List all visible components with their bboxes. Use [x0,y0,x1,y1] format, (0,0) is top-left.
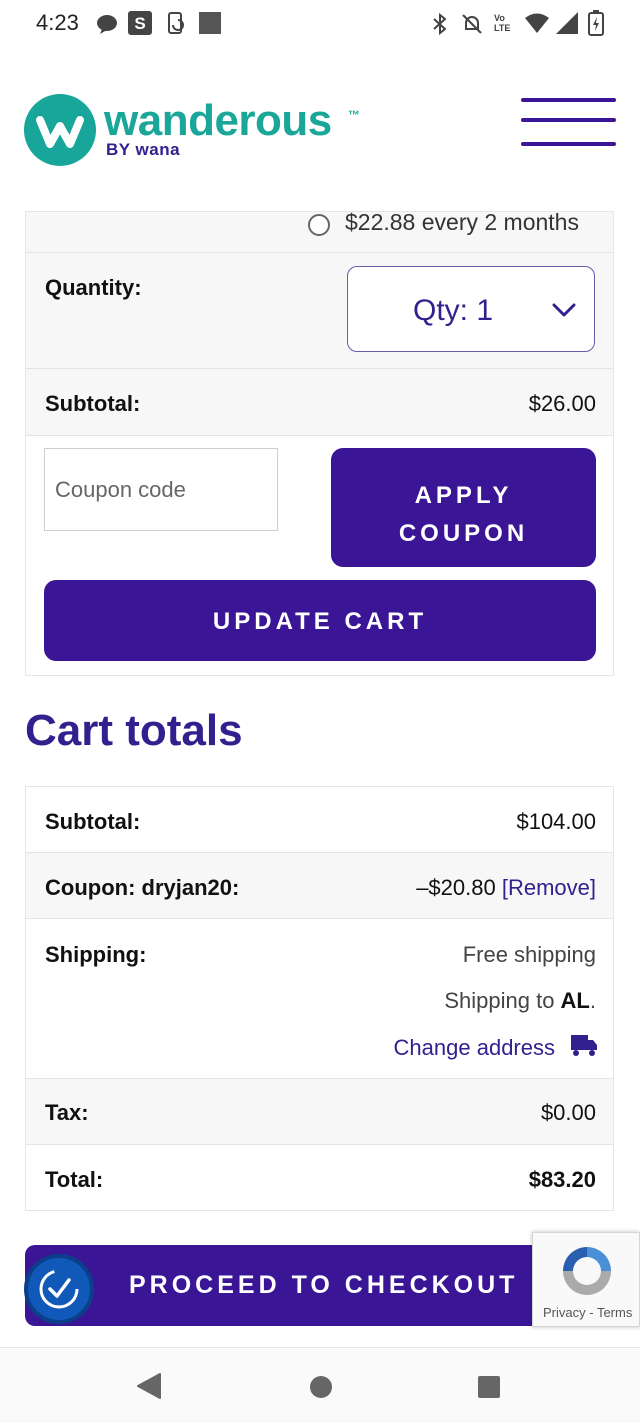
s-app-icon: S [128,11,152,35]
quantity-value: Qty: 1 [413,294,494,327]
signal-icon [556,12,578,34]
total-label: Total: [45,1167,104,1192]
brand-logo-icon[interactable] [24,94,96,166]
shipping-state: AL [560,988,590,1013]
quantity-label: Quantity: [45,275,142,300]
accessibility-icon[interactable] [24,1254,94,1324]
brand-name[interactable]: wanderous [104,96,332,146]
remove-coupon-link[interactable]: [Remove] [502,875,596,900]
change-address-link[interactable]: Change address [394,1035,555,1061]
quantity-select[interactable]: Qty: 1 [347,266,595,352]
recaptcha-icon [563,1247,611,1295]
recaptcha-links: Privacy - Terms [543,1305,633,1320]
subscription-radio[interactable] [308,214,330,236]
checkout-button-label: PROCEED TO CHECKOUT [129,1271,519,1299]
tax-label: Tax: [45,1100,89,1125]
tax-value: $0.00 [540,1100,596,1125]
system-nav-bar [0,1347,640,1423]
proceed-to-checkout-button[interactable]: PROCEED TO CHECKOUT [25,1245,605,1326]
update-cart-button[interactable]: UPDATE CART [44,580,596,661]
recaptcha-badge[interactable]: Privacy - Terms [532,1232,640,1327]
shipping-label: Shipping: [45,942,147,967]
recents-icon[interactable] [477,1375,501,1399]
item-subtotal-label: Subtotal: [45,391,141,416]
wifi-icon [525,13,549,33]
volte-icon: Vo LTE [494,13,511,33]
coupon-code-input[interactable] [44,448,278,531]
recaptcha-terms-link[interactable]: Terms [597,1305,632,1320]
status-time: 4:23 [36,10,79,35]
status-bar: 4:23 S Vo LTE [0,0,640,50]
screen-rotate-icon [168,12,184,34]
apply-coupon-label-line1: APPLY [414,481,513,509]
chat-bubble-icon [97,15,117,34]
recaptcha-privacy-link[interactable]: Privacy [543,1305,586,1320]
subscription-option-label: $22.88 every 2 months [345,209,579,235]
svg-text:S: S [134,14,145,33]
mute-bell-icon [462,14,482,34]
total-value: $83.20 [528,1167,596,1192]
back-icon[interactable] [136,1373,162,1399]
hamburger-menu-icon[interactable] [515,92,621,152]
truck-icon[interactable] [571,1033,597,1057]
apply-coupon-label-line2: COUPON [398,519,529,547]
chevron-down-icon [552,303,576,317]
cart-subtotal-label: Subtotal: [45,809,141,834]
brand-trademark: ™ [348,108,360,122]
battery-icon [588,10,604,36]
cart-subtotal-value: $104.00 [516,809,596,834]
square-icon [199,12,221,34]
shipping-method: Free shipping [462,942,596,967]
coupon-label: Coupon: dryjan20: [45,875,240,900]
home-icon[interactable] [309,1375,333,1399]
coupon-discount-value: –$20.80 [416,875,496,900]
brand-subtitle: BY wana [106,140,181,159]
shipping-destination: Shipping to AL. [444,988,596,1013]
bluetooth-icon [433,12,447,36]
cart-totals-title: Cart totals [25,706,243,755]
item-subtotal-value: $26.00 [528,391,596,416]
apply-coupon-button[interactable]: APPLY COUPON [331,448,596,567]
